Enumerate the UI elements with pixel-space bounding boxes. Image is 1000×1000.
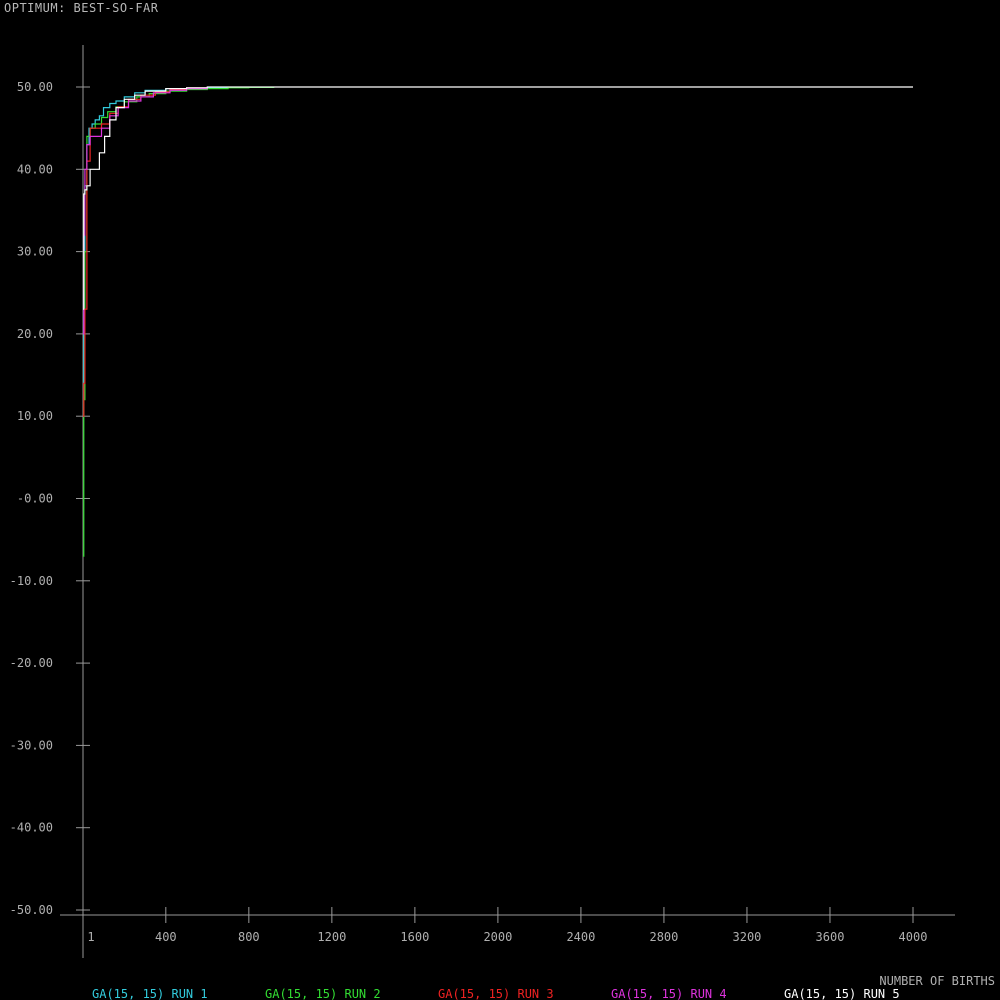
x-tick-label: 800 [238, 930, 260, 944]
best-so-far-chart: 50.00 40.00 30.00 20.00 10.00 -0.00 -10.00 -20.… [10, 45, 995, 1000]
legend-item-run-5: GA(15, 15) RUN 5 [784, 987, 900, 1000]
y-tick-label: -20.00 [10, 656, 53, 670]
x-tick-label: 1200 [317, 930, 346, 944]
x-axis-label: NUMBER OF BIRTHS [879, 974, 995, 988]
y-tick-label: 20.00 [17, 327, 53, 341]
x-tick-label: 3200 [733, 930, 762, 944]
y-tick-label: 30.00 [17, 245, 53, 259]
x-tick-label: 400 [155, 930, 177, 944]
y-tick-label: 10.00 [17, 409, 53, 423]
legend-item-run-3: GA(15, 15) RUN 3 [438, 987, 554, 1000]
x-tick-label: 4000 [899, 930, 928, 944]
x-tick-label: 3600 [816, 930, 845, 944]
axes [60, 45, 955, 958]
y-tick-label: -0.00 [17, 492, 53, 506]
tick-labels: 50.00 40.00 30.00 20.00 10.00 -0.00 -10.00 -20.… [10, 80, 928, 944]
legend-item-run-4: GA(15, 15) RUN 4 [611, 987, 727, 1000]
series-lines [83, 86, 913, 557]
legend-item-run-1: GA(15, 15) RUN 1 [92, 987, 208, 1000]
x-tick-label: 1600 [400, 930, 429, 944]
x-tick-label: 2000 [483, 930, 512, 944]
y-tick-label: -50.00 [10, 903, 53, 917]
y-tick-label: 50.00 [17, 80, 53, 94]
x-tick-label: 2800 [649, 930, 678, 944]
legend-item-run-2: GA(15, 15) RUN 2 [265, 987, 381, 1000]
series-line-run-2 [83, 86, 275, 557]
y-tick-label: -40.00 [10, 821, 53, 835]
y-tick-label: 40.00 [17, 162, 53, 176]
y-tick-label: -10.00 [10, 574, 53, 588]
series-line-run-5 [83, 86, 913, 310]
x-tick-label: 2400 [566, 930, 595, 944]
y-tick-label: -30.00 [10, 738, 53, 752]
x-tick-label: 1 [87, 930, 94, 944]
legend: GA(15, 15) RUN 1 GA(15, 15) RUN 2 GA(15, 1… [92, 987, 900, 1000]
